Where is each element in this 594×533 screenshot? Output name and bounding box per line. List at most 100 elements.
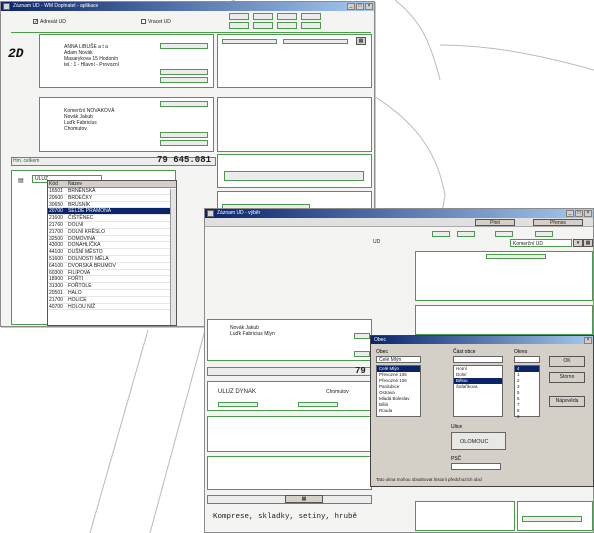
sender-block[interactable]: ANNA LIBUŠE a t a Adam Novák Masarykova … bbox=[39, 34, 214, 88]
city-block[interactable]: ULUZ DYNAK Chomutov bbox=[207, 381, 372, 411]
city-dropdown-list[interactable]: Kód Název 16501 BRNĚNSKÁ 20600 BRDEČKY 30650… bbox=[47, 180, 177, 326]
list-item-code: 18900 bbox=[49, 276, 63, 283]
recipient-field[interactable] bbox=[160, 101, 208, 107]
header-cell[interactable] bbox=[301, 22, 321, 29]
bottom-button[interactable]: ▦ bbox=[285, 495, 323, 503]
recipient-field[interactable] bbox=[354, 351, 370, 357]
recipient-field[interactable] bbox=[354, 333, 370, 339]
sender-field[interactable] bbox=[160, 69, 208, 75]
help-button[interactable]: Nápověda bbox=[549, 396, 585, 407]
col3-item[interactable]: 9 bbox=[515, 414, 539, 420]
tab-plnit[interactable]: Plnit bbox=[475, 219, 515, 226]
combo-box[interactable]: Komerční UD bbox=[510, 239, 572, 247]
col2-list[interactable]: Horní Dolní Bělou Šafaříkova bbox=[453, 365, 503, 417]
recipient-field[interactable] bbox=[160, 132, 208, 138]
header-cell[interactable] bbox=[495, 231, 513, 237]
list-item[interactable]: 21700 HOLICE bbox=[48, 297, 176, 304]
col2-input[interactable] bbox=[453, 356, 503, 363]
list-item[interactable]: 64100 DVORSKÁ BRUMOV bbox=[48, 263, 176, 270]
recipient-block[interactable]: Komerční NOVAKOVÁ Novák Jakub Luďk Fabri… bbox=[39, 97, 214, 152]
header-cell[interactable] bbox=[535, 231, 553, 237]
summary-field[interactable] bbox=[522, 516, 582, 522]
goods-block[interactable] bbox=[207, 456, 372, 490]
checkbox-icon bbox=[33, 19, 38, 25]
list-item[interactable]: 21760 DOLNÍ bbox=[48, 222, 176, 229]
close-button[interactable]: × bbox=[365, 3, 373, 10]
header-cell[interactable] bbox=[229, 13, 249, 20]
list-scrollbar[interactable] bbox=[170, 189, 176, 325]
notes-block[interactable]: ▦ bbox=[217, 34, 372, 88]
col1-label: Obec bbox=[376, 349, 388, 355]
recipient-field[interactable] bbox=[160, 140, 208, 146]
col1-input-value: Celé Mlýn bbox=[379, 357, 402, 363]
list-item-code: 20700 bbox=[49, 208, 63, 215]
sender-field[interactable] bbox=[160, 43, 208, 49]
sender-field[interactable] bbox=[160, 77, 208, 83]
remarks-block[interactable] bbox=[415, 305, 593, 335]
list-item-code: 51600 bbox=[49, 255, 63, 262]
maximize-button[interactable]: □ bbox=[356, 3, 364, 10]
col3-list[interactable]: 412356789 bbox=[514, 365, 540, 420]
ok-button[interactable]: OK bbox=[549, 356, 585, 367]
header-cell[interactable] bbox=[277, 13, 297, 20]
list-item[interactable]: 44100 DUŠNÍ MĚSTO bbox=[48, 249, 176, 256]
list-item[interactable]: 21700 DOLNÍ KRĚSLO bbox=[48, 229, 176, 236]
summary-block[interactable] bbox=[517, 501, 593, 531]
list-item[interactable]: 51600 DOLNOSTI MĚLA bbox=[48, 256, 176, 263]
close-button[interactable]: × bbox=[584, 210, 592, 217]
minimize-button[interactable]: _ bbox=[347, 3, 355, 10]
city-field[interactable] bbox=[218, 402, 258, 407]
header-cell[interactable] bbox=[253, 13, 273, 20]
toolbar-label: UD bbox=[373, 239, 381, 245]
col1-input[interactable]: Celé Mlýn bbox=[376, 356, 421, 363]
recipient-block[interactable]: Novák Jakub Luďk Fabricius Mlyn bbox=[207, 319, 372, 361]
maximize-button[interactable]: □ bbox=[575, 210, 583, 217]
psc-input[interactable] bbox=[451, 463, 501, 470]
remarks-block[interactable] bbox=[217, 97, 372, 152]
payment-field[interactable] bbox=[224, 171, 364, 181]
calendar-icon[interactable]: ▦ bbox=[583, 239, 593, 247]
cancel-button[interactable]: Storno bbox=[549, 372, 585, 383]
header-cell[interactable] bbox=[301, 13, 321, 20]
sum-row[interactable] bbox=[207, 367, 372, 376]
list-item[interactable]: 31300 FOŘTOLE bbox=[48, 283, 176, 290]
tab-prenos[interactable]: Přenos bbox=[533, 219, 583, 226]
list-item[interactable]: 21600 ČIŠTĚNEC bbox=[48, 215, 176, 222]
notes-icon-button[interactable]: ▦ bbox=[356, 37, 366, 45]
header-cell[interactable] bbox=[432, 231, 450, 237]
col3-input[interactable] bbox=[514, 356, 540, 363]
city-field[interactable] bbox=[298, 402, 338, 407]
list-item[interactable]: 16501 BRNĚNSKÁ bbox=[48, 188, 176, 195]
col3-label: Okres bbox=[514, 349, 528, 355]
sender-block[interactable] bbox=[207, 416, 372, 452]
header-cell[interactable] bbox=[277, 22, 297, 29]
vracet-checkbox[interactable]: Vracet UD bbox=[141, 19, 171, 25]
header-cell[interactable] bbox=[253, 22, 273, 29]
list-item-name: HOLOU NÍŽ bbox=[68, 303, 96, 310]
list-item-code: 32500 bbox=[49, 235, 63, 242]
list-item-name: DOMOVINA bbox=[68, 235, 96, 242]
col1-item[interactable]: Rouda bbox=[377, 408, 420, 414]
list-item[interactable]: 40700 HOLOU NÍŽ bbox=[48, 304, 176, 311]
list-item[interactable]: 30650 BRUSNÍK bbox=[48, 202, 176, 209]
col2-item[interactable]: Šafaříkova bbox=[454, 384, 502, 390]
close-button[interactable]: × bbox=[584, 337, 592, 344]
summary-block[interactable] bbox=[415, 501, 515, 531]
notes-field[interactable] bbox=[486, 254, 546, 259]
street-value-box[interactable]: OLOMOUC bbox=[451, 432, 506, 450]
notes-field[interactable] bbox=[283, 39, 348, 44]
payment-block[interactable] bbox=[217, 154, 372, 188]
list-item[interactable]: 20600 BRDEČKY bbox=[48, 195, 176, 202]
col1-list[interactable]: Celé Mlýn Převozné 105 Převozné 106 Pardubi… bbox=[376, 365, 421, 417]
list-item-name: SELDE PRAMONA bbox=[68, 208, 112, 215]
header-cell[interactable] bbox=[457, 231, 475, 237]
notes-block[interactable] bbox=[415, 251, 593, 301]
chevron-down-icon[interactable]: ▾ bbox=[573, 239, 583, 247]
header-cell[interactable] bbox=[229, 22, 249, 29]
combo-box-value: Komerční UD bbox=[513, 241, 544, 247]
list-item-name: BRNĚNSKÁ bbox=[68, 188, 96, 194]
notes-field[interactable] bbox=[222, 39, 277, 44]
list-item[interactable]: 20501 HALO bbox=[48, 290, 176, 297]
minimize-button[interactable]: _ bbox=[566, 210, 574, 217]
adresat-checkbox[interactable]: Adresát UD bbox=[33, 19, 66, 25]
